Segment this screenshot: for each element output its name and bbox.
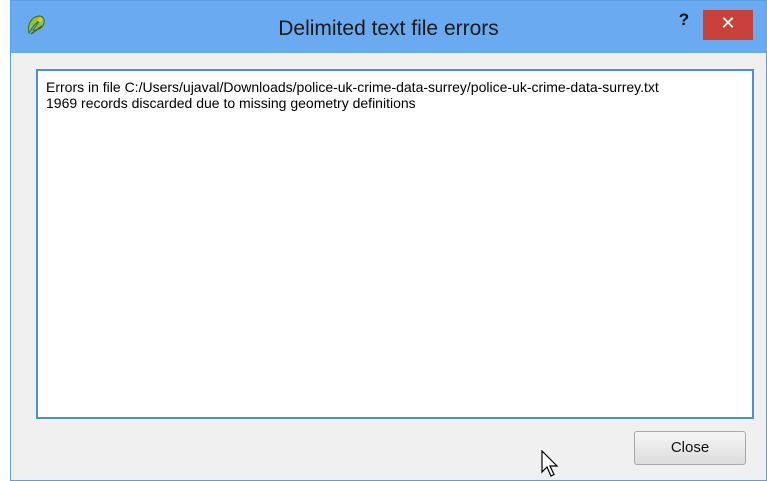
error-records-line: 1969 records discarded due to missing ge… [46, 95, 416, 111]
error-file-line: Errors in file C:/Users/ujaval/Downloads… [46, 79, 659, 95]
title-bar[interactable]: Delimited text file errors ? ✕ [11, 1, 766, 53]
dialog-window: Delimited text file errors ? ✕ Errors in… [10, 0, 767, 481]
error-text-area[interactable]: Errors in file C:/Users/ujaval/Downloads… [36, 69, 754, 419]
close-icon[interactable]: ✕ [703, 10, 753, 40]
mouse-pointer-icon [541, 450, 559, 477]
close-button[interactable]: Close [634, 431, 746, 465]
dialog-title: Delimited text file errors [278, 17, 499, 40]
help-icon[interactable]: ? [671, 9, 697, 31]
